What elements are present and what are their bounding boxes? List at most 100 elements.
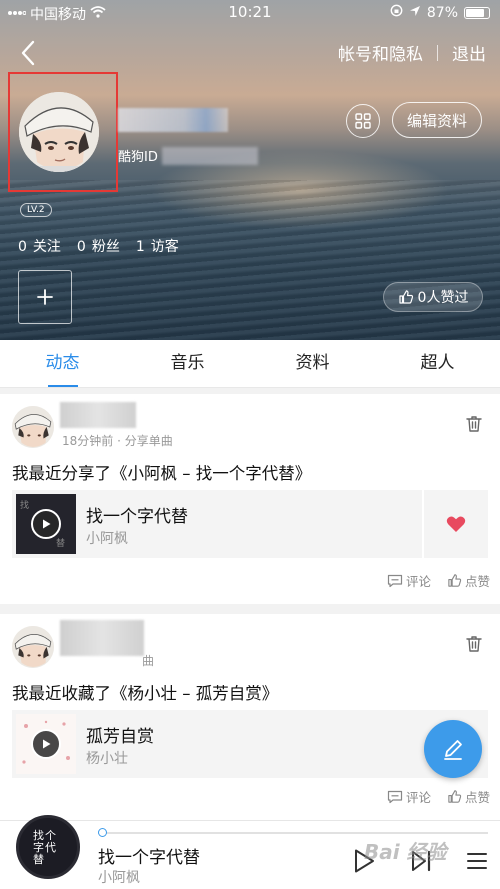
post-meta: 18分钟前 · 分享单曲 <box>62 434 173 448</box>
song-card[interactable]: 找 替 找一个字代替 小阿枫 <box>12 490 488 558</box>
song-title: 孤芳自赏 <box>86 727 154 747</box>
post-meta: 曲 <box>142 654 155 668</box>
back-button[interactable] <box>14 38 44 68</box>
heart-icon <box>446 516 466 532</box>
tab-feed[interactable]: 动态 <box>0 340 125 387</box>
post-text: 我最近收藏了《杨小壮 – 孤芳自赏》 <box>12 684 279 703</box>
profile-header: 中国移动 10:21 87% 帐号和隐私 退出 酷狗ID 编辑资料 LV.2 0… <box>0 0 500 340</box>
post-avatar[interactable] <box>12 626 54 668</box>
player-artist: 小阿枫 <box>98 870 140 886</box>
tab-music[interactable]: 音乐 <box>125 340 250 387</box>
song-play-button[interactable] <box>31 509 61 539</box>
stat-visitors-count: 1 <box>135 239 145 255</box>
player-title: 找一个字代替 <box>98 848 200 868</box>
play-icon <box>43 519 51 529</box>
post-actions: 评论 点赞 <box>387 571 490 590</box>
logout-link[interactable]: 退出 <box>452 40 486 65</box>
nav-right: 帐号和隐私 退出 <box>338 40 486 65</box>
tab-superman[interactable]: 超人 <box>375 340 500 387</box>
delete-icon <box>466 636 482 652</box>
level-badge: LV.2 <box>20 203 52 217</box>
svg-text:找: 找 <box>20 499 29 511</box>
like-label: 点赞 <box>464 790 490 805</box>
likes-count-label: 0人赞过 <box>417 290 469 306</box>
username-redacted <box>118 108 228 132</box>
pencil-icon <box>444 740 462 760</box>
playlist-icon <box>467 853 487 869</box>
orientation-lock-icon <box>390 4 403 21</box>
comment-button[interactable]: 评论 <box>387 571 431 590</box>
song-artist: 杨小壮 <box>86 751 128 767</box>
plus-icon <box>37 289 53 305</box>
compose-button[interactable] <box>424 720 482 778</box>
battery-icon <box>464 6 490 19</box>
comment-button[interactable]: 评论 <box>387 787 431 806</box>
status-bar: 中国移动 10:21 87% <box>0 0 500 26</box>
tab-info[interactable]: 资料 <box>250 340 375 387</box>
song-artist: 小阿枫 <box>86 531 128 547</box>
playlist-button[interactable] <box>466 851 488 871</box>
delete-post-button[interactable] <box>464 634 484 654</box>
nav-divider <box>437 44 438 61</box>
stat-following[interactable]: 0 关注 <box>18 236 61 256</box>
profile-tabs: 动态 音乐 资料 超人 <box>0 340 500 388</box>
stat-fans-label: 粉丝 <box>91 239 120 255</box>
post-avatar-illustration <box>12 406 54 448</box>
player-cover-text: 找个字代替 <box>33 829 57 866</box>
feed-item: 18分钟前 · 分享单曲 我最近分享了《小阿枫 – 找一个字代替》 找 替 找一… <box>0 394 500 604</box>
avatar-illustration <box>19 92 99 172</box>
song-card[interactable]: 孤芳自赏 杨小壮 <box>12 710 488 778</box>
edit-profile-button[interactable]: 编辑资料 <box>392 102 482 138</box>
profile-stats: 0 关注 0 粉丝 1 访客 <box>18 236 179 256</box>
post-avatar-illustration <box>12 626 54 668</box>
comment-icon <box>387 574 403 587</box>
favorite-button[interactable] <box>422 490 488 558</box>
svg-text:替: 替 <box>56 537 65 549</box>
song-cover: 找 替 <box>16 494 76 554</box>
feed-item: 曲 我最近收藏了《杨小壮 – 孤芳自赏》 孤芳自赏 杨小壮 评论 点赞 <box>0 614 500 820</box>
avatar[interactable] <box>19 92 99 172</box>
qr-code-button[interactable] <box>346 104 380 138</box>
kugou-id-label: 酷狗ID <box>118 150 158 165</box>
thumbs-up-icon <box>448 790 462 803</box>
like-button[interactable]: 点赞 <box>447 571 490 590</box>
song-play-button[interactable] <box>31 729 61 759</box>
comment-label: 评论 <box>405 574 431 589</box>
stat-visitors[interactable]: 1 访客 <box>136 236 179 256</box>
back-icon <box>21 40 35 66</box>
battery-fill <box>466 8 485 17</box>
likes-received-button[interactable]: 0人赞过 <box>383 282 483 312</box>
like-button[interactable]: 点赞 <box>447 787 490 806</box>
comment-icon <box>387 790 403 803</box>
song-title: 找一个字代替 <box>86 507 188 527</box>
account-privacy-link[interactable]: 帐号和隐私 <box>338 40 423 65</box>
stat-following-count: 0 <box>18 239 27 255</box>
player-cover[interactable]: 找个字代替 <box>16 815 80 879</box>
stat-fans-count: 0 <box>76 239 86 255</box>
thumbs-up-icon <box>448 574 462 587</box>
stat-following-label: 关注 <box>32 239 61 255</box>
post-username-redacted <box>60 402 136 428</box>
qr-code-icon <box>355 113 371 129</box>
progress-handle[interactable] <box>98 828 107 837</box>
stat-fans[interactable]: 0 粉丝 <box>77 236 120 256</box>
add-photo-button[interactable] <box>18 270 72 324</box>
comment-label: 评论 <box>405 790 431 805</box>
battery-percent: 87% <box>426 4 458 21</box>
post-username-redacted <box>60 620 144 656</box>
status-right: 87% <box>390 4 490 21</box>
delete-icon <box>466 416 482 432</box>
kugou-id: 酷狗ID <box>118 146 258 165</box>
post-avatar[interactable] <box>12 406 54 448</box>
like-label: 点赞 <box>464 574 490 589</box>
kugou-id-redacted <box>161 146 258 165</box>
post-actions: 评论 点赞 <box>387 787 490 806</box>
sea-background <box>0 180 500 340</box>
thumbs-up-icon <box>398 290 413 304</box>
play-icon <box>43 739 51 749</box>
progress-bar[interactable] <box>98 828 488 837</box>
song-cover <box>16 714 76 774</box>
delete-post-button[interactable] <box>464 414 484 434</box>
stat-visitors-label: 访客 <box>150 239 179 255</box>
post-text: 我最近分享了《小阿枫 – 找一个字代替》 <box>12 464 312 483</box>
